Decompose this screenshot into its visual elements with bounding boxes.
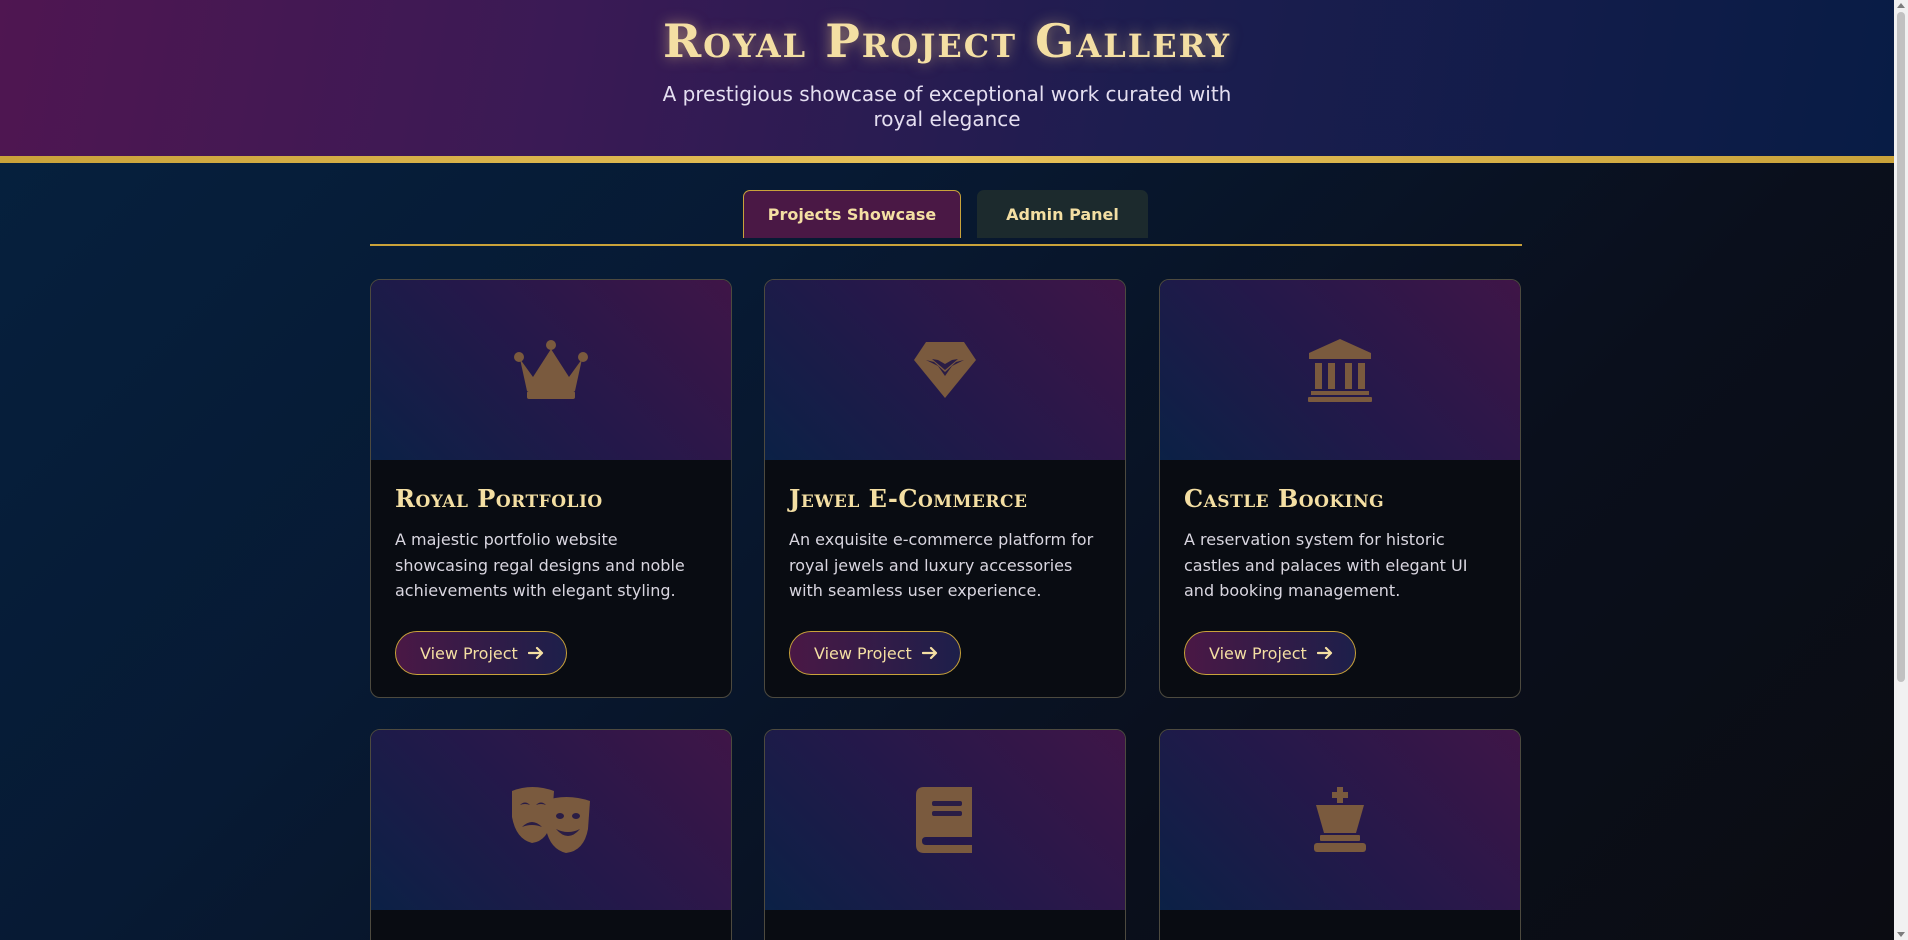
card-banner (1160, 730, 1520, 910)
book-icon (916, 787, 972, 853)
card-description: An exquisite e-commerce platform for roy… (789, 530, 1094, 600)
tab-admin-panel[interactable]: Admin Panel (977, 190, 1148, 238)
arrow-right-icon (1316, 646, 1332, 660)
button-label: View Project (814, 643, 912, 663)
button-label: View Project (1209, 643, 1307, 663)
arrow-right-icon (921, 646, 937, 660)
page-title: Royal Project Gallery (662, 14, 1232, 68)
card-banner (765, 730, 1125, 910)
card-title: Jewel E-Commerce (789, 484, 1028, 513)
landmark-icon (1308, 339, 1372, 402)
tab-underline (370, 244, 1522, 246)
card-description: A majestic portfolio website showcasing … (395, 530, 685, 600)
card-description: A reservation system for historic castle… (1184, 530, 1468, 600)
card-banner (371, 280, 731, 460)
tab-projects-showcase[interactable]: Projects Showcase (743, 190, 961, 238)
view-project-button[interactable]: View Project (395, 631, 567, 675)
project-card (1159, 729, 1521, 940)
vertical-scrollbar[interactable] (1894, 0, 1908, 940)
card-title: Royal Portfolio (395, 484, 603, 513)
header-divider (0, 156, 1894, 163)
scroll-down-icon[interactable] (1897, 932, 1905, 937)
masks-theater-icon (512, 787, 590, 853)
page: Royal Project Gallery A prestigious show… (0, 0, 1894, 940)
card-banner (765, 280, 1125, 460)
scroll-thumb[interactable] (1897, 12, 1905, 682)
page-subtitle: A prestigious showcase of exceptional wo… (662, 82, 1232, 131)
crown-icon (514, 340, 588, 399)
view-project-button[interactable]: View Project (789, 631, 961, 675)
view-project-button[interactable]: View Project (1184, 631, 1356, 675)
project-card: Castle Booking A reservation system for … (1159, 279, 1521, 698)
card-title: Castle Booking (1184, 484, 1385, 513)
gem-icon (914, 342, 976, 398)
project-card: Jewel E-Commerce An exquisite e-commerce… (764, 279, 1126, 698)
page-header: Royal Project Gallery A prestigious show… (0, 0, 1894, 156)
project-card: Royal Portfolio A majestic portfolio web… (370, 279, 732, 698)
button-label: View Project (420, 643, 518, 663)
project-card (370, 729, 732, 940)
project-card (764, 729, 1126, 940)
chess-king-icon (1314, 787, 1366, 852)
scroll-up-icon[interactable] (1897, 3, 1905, 8)
card-banner (371, 730, 731, 910)
card-banner (1160, 280, 1520, 460)
arrow-right-icon (527, 646, 543, 660)
